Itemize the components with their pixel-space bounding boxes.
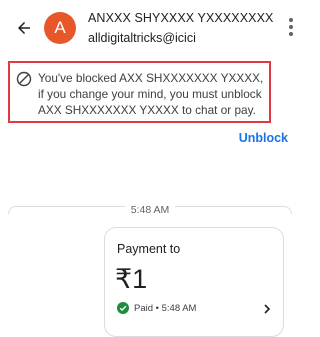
chat-timestamp-text: 5:48 AM <box>124 204 176 216</box>
avatar-letter: A <box>54 18 66 37</box>
payment-amount: ₹1 <box>115 264 148 294</box>
block-icon <box>16 71 32 87</box>
unblock-button[interactable]: Unblock <box>239 131 288 145</box>
payment-card[interactable]: Payment to ₹1 Paid • 5:48 AM <box>104 227 284 337</box>
blocked-notice-text: You've blocked AXX SHXXXXXXX YXXXX, if y… <box>38 71 264 117</box>
chat-header: A ANXXX SHYXXXX YXXXXXXXX alldigitaltric… <box>0 0 300 56</box>
check-circle-icon <box>117 302 129 314</box>
chat-timestamp: 5:48 AM <box>0 200 300 218</box>
avatar[interactable]: A <box>44 12 76 44</box>
payment-title: Payment to <box>117 242 181 256</box>
payment-status-text: Paid • 5:48 AM <box>134 302 197 314</box>
payment-status: Paid • 5:48 AM <box>117 302 196 314</box>
more-options-icon[interactable] <box>283 10 299 44</box>
contact-upi-id: alldigitaltricks@icici <box>88 31 196 45</box>
chevron-right-icon[interactable] <box>261 302 273 314</box>
back-arrow-icon[interactable] <box>12 16 36 40</box>
blocked-notice: You've blocked AXX SHXXXXXXX YXXXX, if y… <box>8 61 271 123</box>
contact-name: ANXXX SHYXXXX YXXXXXXXX <box>88 11 274 25</box>
